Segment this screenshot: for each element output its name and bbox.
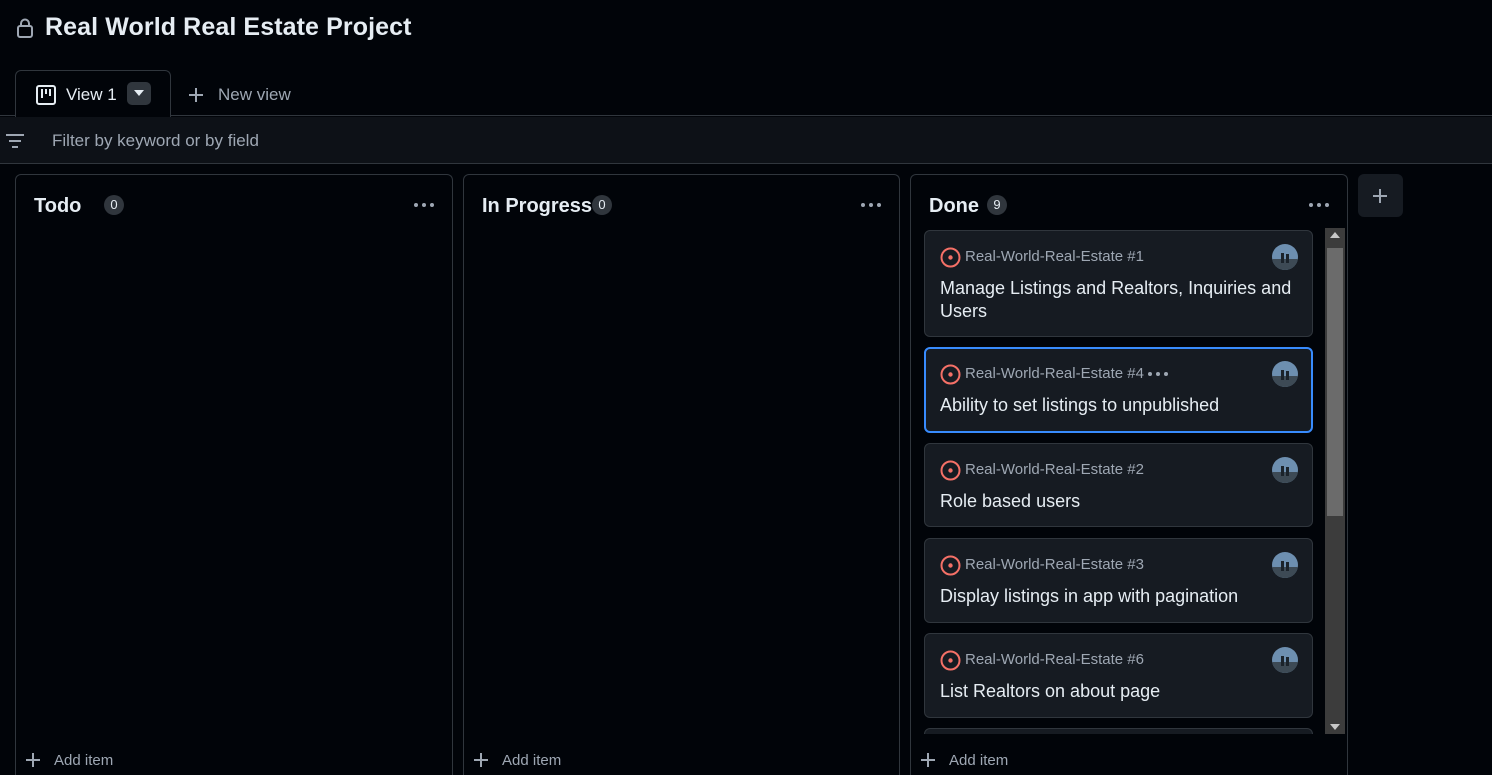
issue-title[interactable]: List Realtors on about page xyxy=(940,680,1300,703)
add-item-label: Add item xyxy=(502,751,562,769)
add-item-label: Add item xyxy=(54,751,114,769)
avatar-icon xyxy=(1272,361,1298,387)
issue-card-partial[interactable] xyxy=(924,728,1313,734)
filter-bar xyxy=(0,117,1492,164)
issue-repo-number[interactable]: Real-World-Real-Estate #2 xyxy=(965,461,1144,478)
avatar-icon xyxy=(1272,457,1298,483)
column-title: Done xyxy=(929,195,979,217)
view-options-button[interactable] xyxy=(127,82,151,105)
plus-icon xyxy=(1373,189,1387,203)
plus-icon xyxy=(474,753,488,767)
assignee-avatar[interactable] xyxy=(1272,457,1298,483)
new-view-button[interactable]: New view xyxy=(188,84,291,106)
view-tabs: View 1 New view xyxy=(0,70,1492,117)
column-count-badge: 9 xyxy=(987,195,1007,215)
issue-card[interactable]: Real-World-Real-Estate #2 Role based use… xyxy=(924,443,1313,527)
lock-icon xyxy=(17,18,33,38)
plus-icon xyxy=(26,753,40,767)
assignee-avatar[interactable] xyxy=(1272,647,1298,673)
column-menu-icon[interactable] xyxy=(860,197,882,213)
issue-repo-number[interactable]: Real-World-Real-Estate #6 xyxy=(965,651,1144,668)
issue-card[interactable]: Real-World-Real-Estate #6 List Realtors … xyxy=(924,633,1313,718)
issue-open-icon xyxy=(940,364,961,385)
avatar-icon xyxy=(1272,244,1298,270)
assignee-avatar[interactable] xyxy=(1272,361,1298,387)
column-title: Todo xyxy=(34,195,82,217)
issue-card[interactable]: Real-World-Real-Estate #3 Display listin… xyxy=(924,538,1313,623)
issue-card-selected[interactable]: Real-World-Real-Estate #4 Ability to set… xyxy=(924,347,1313,433)
column-menu-icon[interactable] xyxy=(1308,197,1330,213)
project-title: Real World Real Estate Project xyxy=(45,13,412,41)
column-title: In Progress xyxy=(482,195,593,217)
issue-repo-number[interactable]: Real-World-Real-Estate #4 xyxy=(965,365,1144,382)
column-in-progress: In Progress 0 Add item xyxy=(463,174,900,775)
card-list: Real-World-Real-Estate #1 Manage Listing… xyxy=(924,230,1314,734)
issue-open-icon xyxy=(940,650,961,671)
column-menu-icon[interactable] xyxy=(413,197,435,213)
filter-input[interactable] xyxy=(52,129,652,153)
add-item-button[interactable]: Add item xyxy=(474,751,561,769)
plus-icon xyxy=(921,753,935,767)
add-item-button[interactable]: Add item xyxy=(26,751,113,769)
card-menu-icon[interactable] xyxy=(1147,370,1169,378)
column-count-badge: 0 xyxy=(104,195,124,215)
issue-repo-number[interactable]: Real-World-Real-Estate #3 xyxy=(965,556,1144,573)
board-icon xyxy=(36,85,56,105)
card-list-scrollbar[interactable] xyxy=(1325,228,1345,734)
assignee-avatar[interactable] xyxy=(1272,244,1298,270)
issue-open-icon xyxy=(940,460,961,481)
avatar-icon xyxy=(1272,552,1298,578)
assignee-avatar[interactable] xyxy=(1272,552,1298,578)
caret-down-icon xyxy=(134,90,144,96)
issue-title[interactable]: Ability to set listings to unpublished xyxy=(940,394,1300,417)
scroll-down-arrow-icon[interactable] xyxy=(1330,724,1340,730)
tab-label: View 1 xyxy=(66,85,117,104)
add-item-label: Add item xyxy=(949,751,1009,769)
issue-title[interactable]: Display listings in app with pagination xyxy=(940,585,1300,608)
column-todo: Todo 0 Add item xyxy=(15,174,453,775)
issue-open-icon xyxy=(940,555,961,576)
column-done: Done 9 Real-World-Real-Estate #1 Manage … xyxy=(910,174,1348,775)
issue-title[interactable]: Manage Listings and Realtors, Inquiries … xyxy=(940,277,1300,323)
filter-icon xyxy=(6,134,24,148)
scrollbar-thumb[interactable] xyxy=(1327,248,1343,516)
add-column-button[interactable] xyxy=(1358,174,1403,217)
scroll-up-arrow-icon[interactable] xyxy=(1330,232,1340,238)
avatar-icon xyxy=(1272,647,1298,673)
issue-open-icon xyxy=(940,247,961,268)
project-header: Real World Real Estate Project xyxy=(0,0,1492,70)
issue-title[interactable]: Role based users xyxy=(940,490,1300,513)
issue-repo-number[interactable]: Real-World-Real-Estate #1 xyxy=(965,248,1144,265)
issue-card[interactable]: Real-World-Real-Estate #1 Manage Listing… xyxy=(924,230,1313,337)
add-item-button[interactable]: Add item xyxy=(921,751,1008,769)
plus-icon xyxy=(189,88,203,102)
new-view-label: New view xyxy=(218,85,291,104)
tab-view-1[interactable]: View 1 xyxy=(15,70,171,117)
column-count-badge: 0 xyxy=(592,195,612,215)
